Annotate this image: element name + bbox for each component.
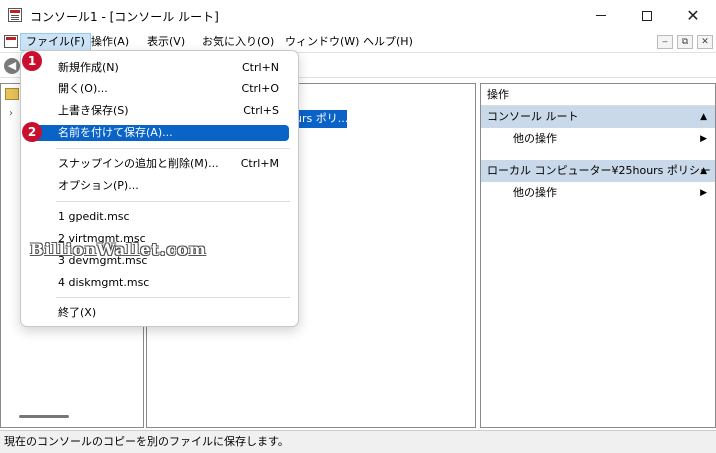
maximize-icon xyxy=(642,10,652,21)
close-button[interactable]: ✕ xyxy=(670,0,716,31)
file-menu-dropdown: 新規作成(N) Ctrl+N 開く(O)... Ctrl+O 上書き保存(S) … xyxy=(20,50,299,327)
close-icon: ✕ xyxy=(686,5,700,25)
menu-item-recent-4[interactable]: 4 diskmgmt.msc xyxy=(27,273,289,293)
menu-item-label: オプション(P)... xyxy=(58,179,139,192)
title-bar: コンソール1 - [コンソール ルート] ✕ xyxy=(0,0,716,31)
menu-item-exit[interactable]: 終了(X) xyxy=(27,303,289,323)
step-badge-1: 1 xyxy=(22,51,42,71)
menu-item-open[interactable]: 開く(O)... Ctrl+O xyxy=(27,79,289,99)
submenu-arrow-icon: ▶ xyxy=(700,134,707,144)
menu-item-label: 終了(X) xyxy=(58,306,97,319)
actions-pane: 操作 コンソール ルート ▲ 他の操作 ▶ ローカル コンピューター¥25hou… xyxy=(480,83,716,428)
more-actions-item[interactable]: 他の操作 ▶ xyxy=(481,128,715,150)
menu-view[interactable]: 表示(V) xyxy=(142,33,190,51)
actions-header: 操作 xyxy=(481,84,715,106)
status-bar: 現在のコンソールのコピーを別のファイルに保存します。 xyxy=(0,430,716,453)
step-badge-2: 2 xyxy=(22,122,42,142)
menu-item-options[interactable]: オプション(P)... xyxy=(27,176,289,196)
menu-separator xyxy=(56,201,290,202)
horizontal-scrollbar[interactable] xyxy=(19,415,69,418)
menu-favorites[interactable]: お気に入り(O) xyxy=(197,33,279,51)
menu-item-add-remove-snapin[interactable]: スナップインの追加と削除(M)... Ctrl+M xyxy=(27,154,289,174)
mdi-close-button[interactable]: ✕ xyxy=(697,35,713,49)
menu-window[interactable]: ウィンドウ(W) xyxy=(280,33,364,51)
actions-group-console-root[interactable]: コンソール ルート ▲ xyxy=(481,106,715,128)
folder-icon[interactable] xyxy=(5,88,19,100)
menu-item-shortcut: Ctrl+N xyxy=(241,61,279,74)
menu-item-label: 4 diskmgmt.msc xyxy=(58,276,150,289)
minimize-icon xyxy=(596,15,606,16)
menu-item-label: 開く(O)... xyxy=(58,82,108,95)
actions-group-local-policy[interactable]: ローカル コンピューター¥25hours ポリシー ▲ xyxy=(481,160,715,182)
submenu-arrow-icon: ▶ xyxy=(700,188,707,198)
menu-item-label: 上書き保存(S) xyxy=(58,104,129,117)
menu-separator xyxy=(56,297,290,298)
maximize-button[interactable] xyxy=(624,0,670,31)
menu-separator xyxy=(56,148,290,149)
actions-group-title: コンソール ルート xyxy=(487,110,579,123)
menu-item-save-as[interactable]: 名前を付けて保存(A)... xyxy=(27,125,289,141)
expand-chevron-icon[interactable]: › xyxy=(9,108,13,119)
menu-item-shortcut: Ctrl+O xyxy=(241,82,279,95)
watermark-logo: BillionWallet.com xyxy=(30,240,207,259)
mdi-minimize-button[interactable]: ‒ xyxy=(657,35,673,49)
system-menu-icon[interactable] xyxy=(4,35,18,48)
menu-item-label: スナップインの追加と削除(M)... xyxy=(58,157,219,170)
menu-item-recent-1[interactable]: 1 gpedit.msc xyxy=(27,207,289,227)
actions-group-title: ローカル コンピューター¥25hours ポリシー xyxy=(487,164,711,177)
menu-item-save[interactable]: 上書き保存(S) Ctrl+S xyxy=(27,101,289,121)
selected-item[interactable]: urs ポリ... xyxy=(293,110,347,128)
more-actions-label: 他の操作 xyxy=(513,132,557,145)
menu-item-label: 名前を付けて保存(A)... xyxy=(58,126,173,139)
menu-file[interactable]: ファイル(F) xyxy=(20,33,91,51)
window-title: コンソール1 - [コンソール ルート] xyxy=(30,10,219,24)
mdi-restore-button[interactable]: ⧉ xyxy=(677,35,693,49)
menu-item-shortcut: Ctrl+S xyxy=(243,104,279,117)
more-actions-item[interactable]: 他の操作 ▶ xyxy=(481,182,715,204)
collapse-up-icon[interactable]: ▲ xyxy=(700,106,707,128)
back-arrow-icon[interactable]: ◀ xyxy=(4,58,20,74)
more-actions-label: 他の操作 xyxy=(513,186,557,199)
menu-item-label: 新規作成(N) xyxy=(58,61,119,74)
menu-item-new[interactable]: 新規作成(N) Ctrl+N xyxy=(27,58,289,78)
collapse-up-icon[interactable]: ▲ xyxy=(700,160,707,182)
mmc-app-icon[interactable] xyxy=(8,8,22,22)
menu-item-shortcut: Ctrl+M xyxy=(240,157,279,170)
minimize-button[interactable] xyxy=(578,0,624,31)
menu-item-label: 1 gpedit.msc xyxy=(58,210,130,223)
menu-help[interactable]: ヘルプ(H) xyxy=(358,33,418,51)
menu-action[interactable]: 操作(A) xyxy=(86,33,134,51)
